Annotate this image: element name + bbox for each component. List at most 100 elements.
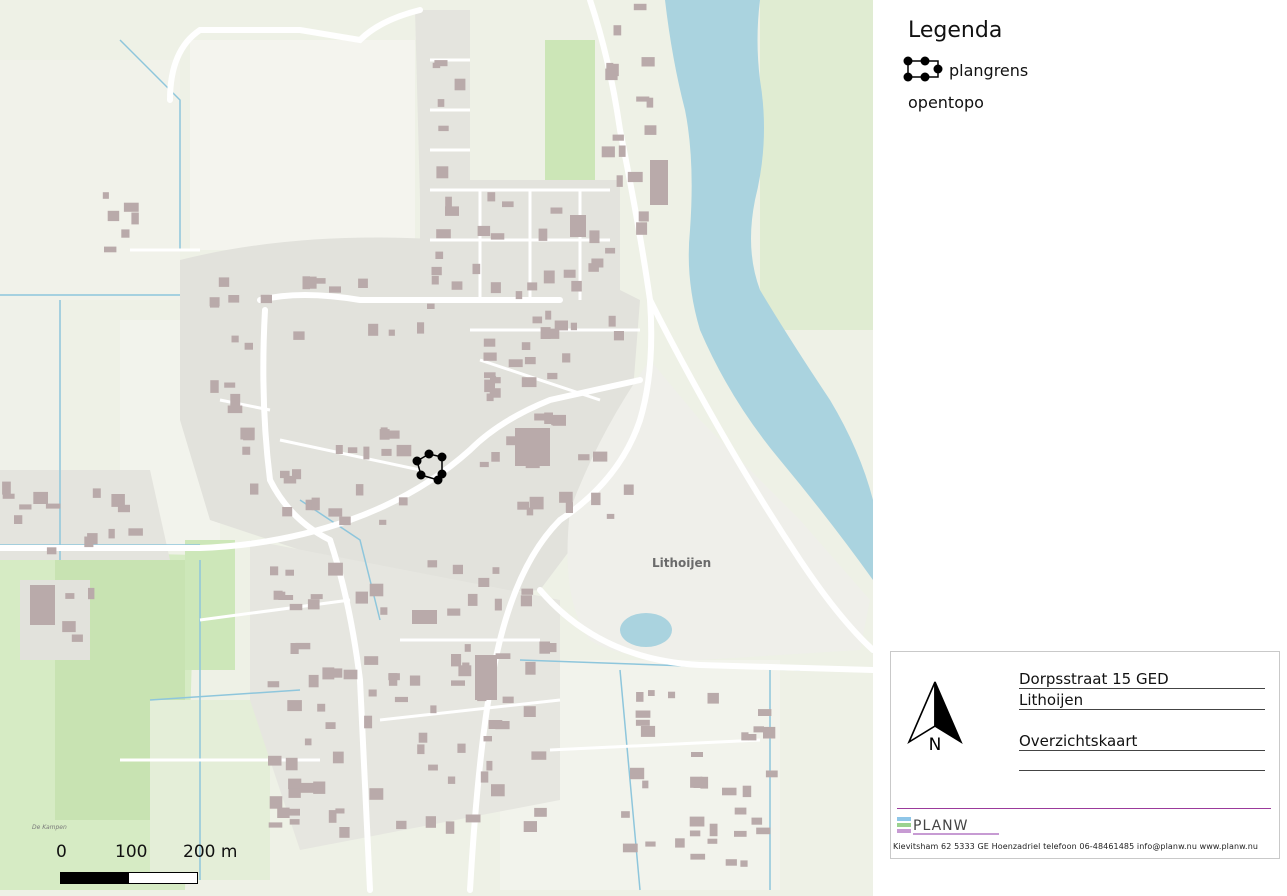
building: [521, 588, 534, 595]
project-address: Dorpsstraat 15 GED: [1019, 670, 1265, 689]
building: [742, 785, 752, 798]
building: [709, 823, 718, 837]
building: [228, 295, 240, 303]
map-type: Overzichtskaart: [1019, 732, 1265, 751]
building: [525, 661, 536, 675]
building: [427, 560, 438, 568]
scale-bar-graphic: [60, 872, 198, 884]
building: [641, 57, 655, 67]
building: [210, 299, 220, 308]
building: [621, 811, 630, 818]
building: [570, 322, 577, 331]
scale-bar: 0 100 200 m: [40, 842, 240, 892]
building: [609, 63, 619, 77]
legend-item-plangrens: plangrens: [903, 56, 1028, 84]
building: [707, 692, 719, 704]
building: [287, 700, 302, 712]
legend-label-plangrens: plangrens: [949, 60, 1029, 80]
planw-logo: PLANW: [897, 815, 1007, 837]
building: [71, 634, 83, 642]
building: [544, 412, 553, 424]
building: [364, 715, 373, 729]
building: [65, 593, 75, 599]
building: [693, 777, 707, 788]
building: [250, 483, 259, 495]
building: [543, 270, 555, 284]
building: [623, 484, 634, 495]
building: [451, 654, 462, 667]
building: [690, 853, 706, 860]
building: [524, 357, 536, 365]
building: [751, 817, 763, 825]
building: [102, 192, 109, 199]
building: [425, 816, 436, 828]
svg-text:PLANW: PLANW: [913, 818, 968, 834]
building: [45, 503, 61, 509]
building: [613, 331, 624, 341]
building: [62, 621, 76, 633]
building: [427, 303, 435, 309]
green-field: [185, 540, 235, 670]
building-large: [30, 585, 55, 625]
building: [332, 751, 344, 764]
building: [218, 277, 230, 287]
building: [231, 335, 239, 343]
legend-title: Legenda: [908, 18, 1003, 43]
company-contact: Kievitsham 62 5333 GE Hoenzadriel telefo…: [893, 842, 1259, 851]
building: [622, 843, 638, 853]
building: [224, 382, 236, 388]
building: [398, 497, 408, 506]
field: [0, 60, 180, 300]
building: [308, 674, 319, 688]
building-large: [412, 610, 437, 624]
building: [630, 767, 645, 780]
building: [486, 393, 494, 402]
building: [591, 492, 601, 506]
building: [436, 229, 451, 239]
building: [565, 502, 573, 513]
building: [121, 229, 130, 238]
building: [612, 134, 624, 141]
building: [636, 692, 644, 702]
building: [394, 696, 408, 703]
building: [428, 764, 438, 771]
building: [92, 488, 101, 498]
building: [515, 291, 523, 300]
building: [434, 60, 448, 67]
building: [242, 446, 251, 455]
planw-logo-icon: PLANW: [897, 817, 999, 835]
building: [465, 814, 481, 823]
building: [635, 719, 650, 726]
scale-label-0: 0: [56, 842, 67, 862]
building: [529, 496, 544, 510]
empty-line: [1019, 752, 1265, 771]
building: [111, 494, 125, 507]
building: [282, 507, 293, 517]
building: [19, 504, 32, 510]
building: [438, 125, 449, 132]
building: [339, 516, 351, 526]
building-large: [650, 160, 668, 205]
building: [244, 342, 253, 350]
building: [289, 808, 300, 816]
building: [14, 515, 23, 524]
building: [523, 706, 536, 717]
building: [304, 738, 312, 746]
building: [756, 827, 771, 835]
building: [508, 359, 523, 368]
building: [633, 3, 647, 11]
building: [379, 519, 387, 525]
building: [2, 481, 11, 495]
building: [46, 547, 57, 555]
building: [268, 755, 282, 766]
north-label: N: [929, 735, 942, 752]
building: [644, 125, 657, 135]
building: [747, 734, 757, 741]
building: [642, 780, 649, 789]
map-canvas[interactable]: Lithoijen De Kampen: [0, 0, 873, 896]
building: [332, 668, 343, 678]
building: [369, 788, 384, 800]
building: [289, 819, 300, 825]
building: [478, 577, 490, 587]
building: [479, 461, 489, 468]
